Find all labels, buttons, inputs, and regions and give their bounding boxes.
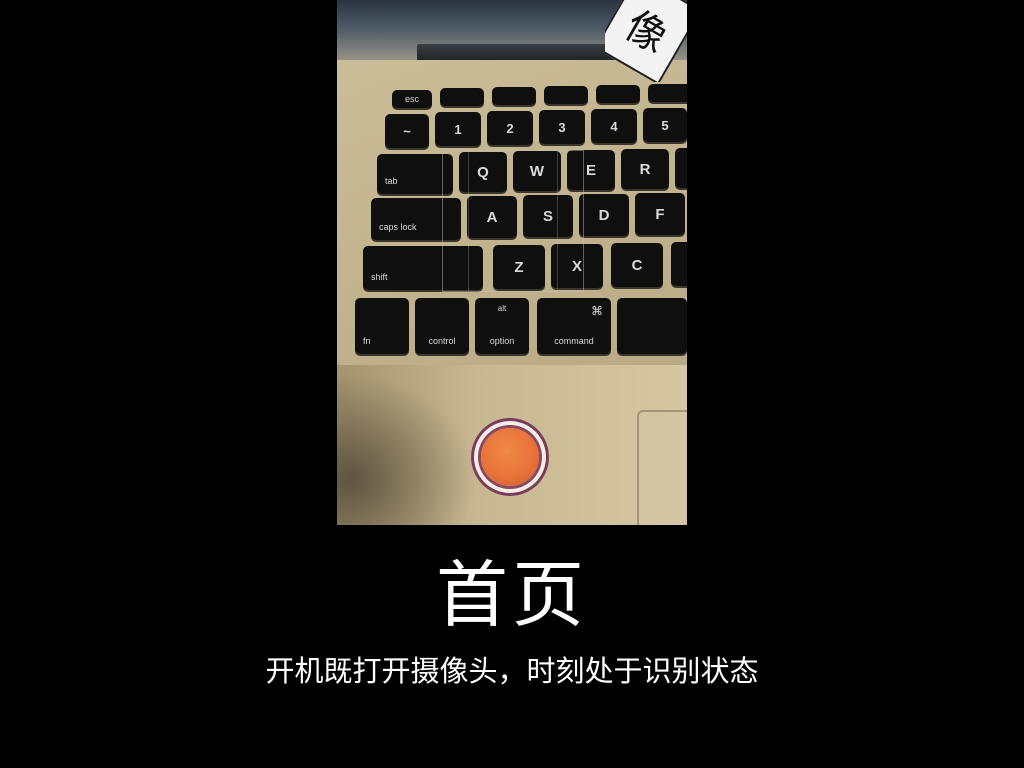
key-5: 5 xyxy=(643,108,687,142)
hand-shadow xyxy=(337,372,477,525)
recognition-frame xyxy=(442,150,584,292)
key-c: C xyxy=(611,243,663,287)
key-control-label: control xyxy=(428,336,456,346)
key-fn-label: fn xyxy=(363,336,371,346)
key-f: F xyxy=(635,193,685,235)
key-control: control xyxy=(415,298,469,354)
page-subtitle: 开机既打开摄像头，时刻处于识别状态 xyxy=(265,654,759,688)
key-4-label: 4 xyxy=(610,118,618,134)
key-f1 xyxy=(440,88,484,106)
key-2: 2 xyxy=(487,111,533,145)
key-e-label: E xyxy=(585,161,596,179)
key-3-label: 3 xyxy=(558,119,566,135)
command-symbol-icon: ⌘ xyxy=(591,304,603,318)
trackpad xyxy=(637,410,687,525)
key-shift-label: shift xyxy=(371,272,388,282)
key-fn: fn xyxy=(355,298,409,354)
key-2-label: 2 xyxy=(506,120,514,136)
shutter-button[interactable] xyxy=(471,418,549,496)
key-command-label: command xyxy=(554,336,594,346)
key-command: ⌘ command xyxy=(537,298,611,354)
key-f5 xyxy=(648,84,687,102)
key-f3 xyxy=(544,86,588,104)
key-v-partial xyxy=(671,242,687,286)
key-5-label: 5 xyxy=(661,117,669,133)
key-f4 xyxy=(596,85,640,103)
key-option: alt option xyxy=(475,298,529,354)
key-c-label: C xyxy=(631,256,643,274)
camera-preview: esc ~ 1 2 3 4 5 tab Q W E R caps lock A … xyxy=(337,0,687,525)
key-f-label: F xyxy=(655,205,665,223)
key-esc-label: esc xyxy=(404,94,419,104)
key-r-label: R xyxy=(639,160,651,178)
key-1: 1 xyxy=(435,112,481,146)
key-caps-label: caps lock xyxy=(379,222,417,232)
key-space xyxy=(617,298,687,354)
key-t-partial xyxy=(675,148,687,188)
key-esc: esc xyxy=(392,90,432,108)
logo-glyph: 像 xyxy=(605,0,687,82)
key-d: D xyxy=(579,194,629,236)
key-3: 3 xyxy=(539,110,585,144)
key-option-label: option xyxy=(489,336,515,346)
key-tab-label: tab xyxy=(385,176,398,186)
key-r: R xyxy=(621,149,669,189)
key-tilde-label: ~ xyxy=(403,123,411,139)
key-f2 xyxy=(492,87,536,105)
shutter-core-icon xyxy=(481,428,539,486)
key-d-label: D xyxy=(598,206,610,224)
key-4: 4 xyxy=(591,109,637,143)
logo-sticker: 像 xyxy=(605,0,687,82)
key-1-label: 1 xyxy=(454,121,462,137)
page-title: 首页 xyxy=(435,553,588,637)
key-alt-label: alt xyxy=(497,304,507,313)
slide: esc ~ 1 2 3 4 5 tab Q W E R caps lock A … xyxy=(0,0,1024,768)
key-tilde: ~ xyxy=(385,114,429,148)
